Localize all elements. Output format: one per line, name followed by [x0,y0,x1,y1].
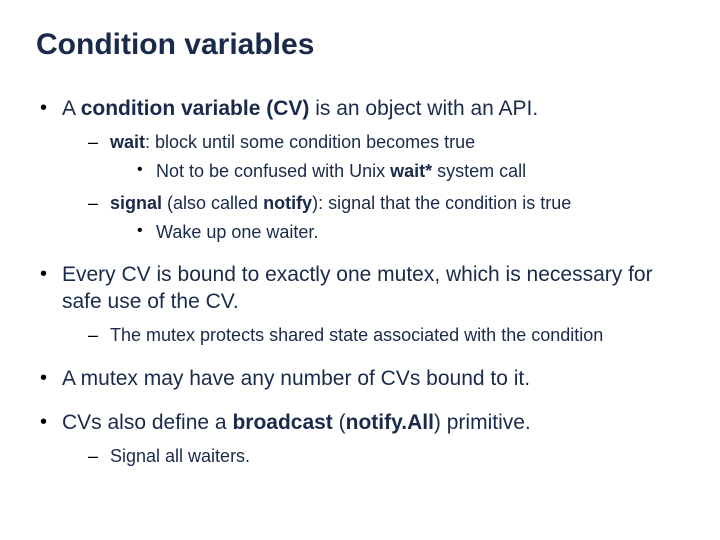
sub-bullet: Signal all waiters. [84,445,684,468]
text: ( [333,411,346,434]
text: Not to be confused with Unix [156,161,390,181]
sub-bullet: signal (also called notify): signal that… [84,192,684,245]
text: Every CV is bound to exactly one mutex, … [62,263,653,313]
text: ) primitive. [434,411,531,434]
bold-text: notify [263,193,312,213]
text: CVs also define a [62,411,232,434]
slide: Condition variables A condition variable… [0,0,720,540]
sub-list: wait: block until some condition becomes… [62,131,684,245]
bullet-3: A mutex may have any number of CVs bound… [36,366,684,393]
text: system call [432,161,526,181]
text: Wake up one waiter. [156,222,318,242]
bullet-list: A condition variable (CV) is an object w… [36,96,684,469]
slide-title: Condition variables [36,28,684,62]
text: (also called [162,193,263,213]
text: A mutex may have any number of CVs bound… [62,367,530,390]
text: ): signal that the condition is true [312,193,571,213]
sub-list: Signal all waiters. [62,445,684,468]
bold-text: broadcast [232,411,332,434]
sub-sub-bullet: Not to be confused with Unix wait* syste… [134,160,684,183]
bold-text: condition variable (CV) [81,97,310,120]
bullet-1: A condition variable (CV) is an object w… [36,96,684,244]
text: A [62,97,81,120]
bold-text: wait [110,132,145,152]
sub-sub-list: Wake up one waiter. [110,221,684,244]
text: is an object with an API. [309,97,538,120]
bold-text: wait* [390,161,432,181]
sub-sub-list: Not to be confused with Unix wait* syste… [110,160,684,183]
sub-bullet: wait: block until some condition becomes… [84,131,684,184]
sub-list: The mutex protects shared state associat… [62,324,684,347]
bullet-2: Every CV is bound to exactly one mutex, … [36,262,684,347]
text: The mutex protects shared state associat… [110,325,603,345]
bold-text: signal [110,193,162,213]
text: : block until some condition becomes tru… [145,132,475,152]
text: Signal all waiters. [110,446,250,466]
bullet-4: CVs also define a broadcast (notify.All)… [36,410,684,468]
sub-bullet: The mutex protects shared state associat… [84,324,684,347]
bold-text: notify.All [346,411,434,434]
sub-sub-bullet: Wake up one waiter. [134,221,684,244]
